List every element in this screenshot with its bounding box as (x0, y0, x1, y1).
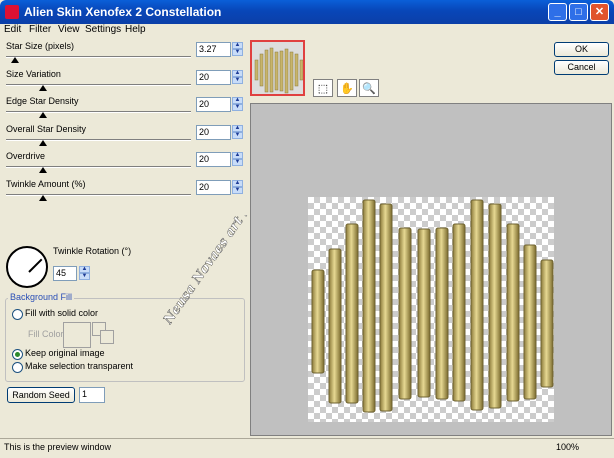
slider-spinner[interactable]: ▲ ▼ (232, 42, 243, 57)
slider-thumb[interactable] (39, 194, 47, 201)
slider-track[interactable] (6, 166, 191, 168)
preview-panel: ⬚ ✋ 🔍 OK Cancel (248, 38, 614, 438)
ok-button[interactable]: OK (554, 42, 609, 57)
slider-label: Edge Star Density (6, 96, 79, 106)
close-button[interactable]: ✕ (590, 3, 609, 21)
preview-thumbnail[interactable] (250, 40, 305, 96)
hand-icon[interactable]: ✋ (337, 79, 357, 97)
slider-value-input[interactable]: 20 (196, 124, 231, 140)
zoom-icon[interactable]: 🔍 (359, 79, 379, 97)
menu-bar: Edit Filter View Settings Help (0, 24, 614, 38)
slider-thumb[interactable] (39, 167, 47, 173)
random-seed-button[interactable]: Random Seed (7, 387, 75, 403)
slider-value-input[interactable]: 20 (196, 97, 231, 112)
zoom-level: 100% (556, 442, 580, 452)
radio-fill-solid-label: Fill with solid color (25, 308, 99, 318)
radio-fill-solid[interactable] (12, 309, 23, 320)
slider-track[interactable] (6, 56, 191, 58)
slider-label: Twinkle Amount (%) (6, 178, 86, 189)
twinkle-rotation-label: Twinkle Rotation (°) (53, 246, 132, 256)
menu-filter[interactable]: Filter (29, 24, 51, 35)
slider-label: Size Variation (6, 68, 61, 79)
radio-make-transparent[interactable] (12, 362, 23, 373)
slider-thumb[interactable] (39, 84, 47, 91)
slider-track[interactable] (6, 111, 191, 113)
preview-select-icon[interactable]: ⬚ (313, 79, 333, 97)
app-icon (5, 5, 19, 19)
fill-color-swatch-tertiary[interactable] (100, 330, 114, 344)
radio-keep-original[interactable] (12, 349, 23, 360)
maximize-button[interactable]: □ (569, 3, 588, 21)
slider-value-input[interactable]: 20 (196, 152, 231, 167)
status-text: This is the preview window (4, 442, 112, 452)
slider-thumb[interactable] (39, 139, 47, 146)
twinkle-rotation-dial[interactable] (6, 246, 48, 288)
dial-indicator (28, 258, 43, 273)
minimize-button[interactable]: _ (548, 3, 567, 21)
slider-track[interactable] (6, 138, 191, 141)
slider-value-input[interactable]: 20 (196, 69, 231, 85)
menu-edit[interactable]: Edit (4, 24, 21, 35)
radio-make-transparent-label: Make selection transparent (25, 361, 134, 371)
fill-color-label: Fill Color (28, 329, 64, 339)
menu-view[interactable]: View (58, 24, 80, 35)
status-bar: This is the preview window 100% (0, 438, 614, 458)
radio-keep-original-label: Keep original image (25, 348, 105, 358)
controls-panel: Star Size (pixels) 3.27 ▲ ▼ Size Variation 20… (0, 38, 248, 438)
twinkle-rotation-spinner[interactable]: ▲ ▼ (79, 266, 90, 281)
slider-label: Overall Star Density (6, 123, 87, 134)
preview-image (311, 199, 554, 413)
slider-spinner[interactable]: ▲ ▼ (232, 152, 243, 167)
slider-spinner[interactable]: ▲ ▼ (232, 179, 243, 195)
background-fill-title: Background Fill (8, 292, 75, 302)
slider-track[interactable] (6, 193, 191, 196)
window-title: Alien Skin Xenofex 2 Constellation (24, 5, 222, 19)
twinkle-rotation-input[interactable]: 45 (53, 266, 77, 281)
transparency-checkerboard (308, 197, 554, 422)
slider-spinner[interactable]: ▲ ▼ (232, 97, 243, 112)
preview-window[interactable] (250, 103, 612, 436)
slider-label: Star Size (pixels) (6, 41, 75, 51)
slider-spinner[interactable]: ▲ ▼ (232, 124, 243, 140)
slider-track[interactable] (6, 83, 191, 86)
menu-help[interactable]: Help (125, 24, 146, 35)
slider-spinner[interactable]: ▲ ▼ (232, 69, 243, 85)
menu-settings[interactable]: Settings (85, 24, 121, 35)
thumbnail-image (252, 42, 303, 94)
random-seed-input[interactable]: 1 (79, 387, 105, 403)
slider-value-input[interactable]: 3.27 (196, 42, 231, 57)
fill-color-swatch[interactable] (63, 322, 91, 348)
cancel-button[interactable]: Cancel (554, 60, 609, 75)
slider-thumb[interactable] (11, 57, 20, 63)
slider-thumb[interactable] (39, 112, 47, 118)
title-bar: Alien Skin Xenofex 2 Constellation _ □ ✕ (0, 0, 614, 24)
slider-value-input[interactable]: 20 (196, 179, 231, 195)
slider-label: Overdrive (6, 151, 46, 161)
